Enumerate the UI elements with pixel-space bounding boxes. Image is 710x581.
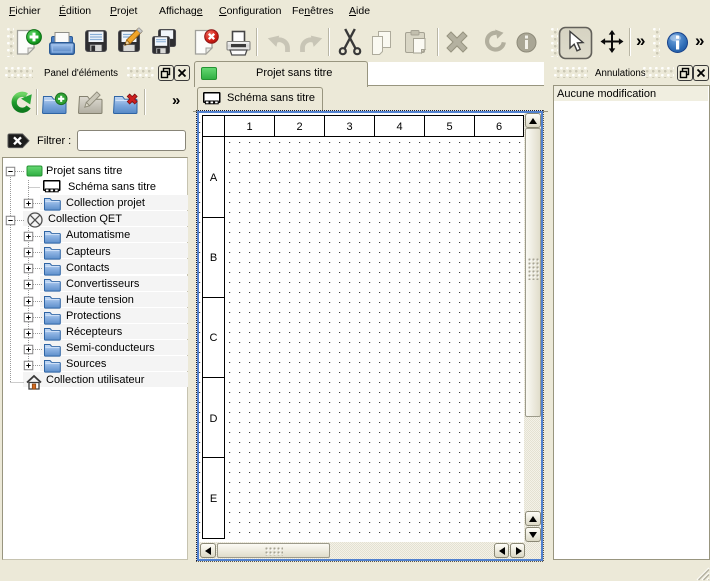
svg-text:6: 6 (496, 121, 502, 133)
svg-text:A: A (210, 172, 218, 184)
svg-text:E: E (210, 493, 217, 505)
svg-text:1: 1 (246, 121, 252, 133)
svg-text:4: 4 (396, 121, 402, 133)
svg-text:5: 5 (446, 121, 452, 133)
svg-text:2: 2 (296, 121, 302, 133)
svg-text:D: D (210, 413, 218, 425)
svg-text:B: B (210, 252, 217, 264)
svg-text:3: 3 (346, 121, 352, 133)
svg-text:C: C (210, 332, 218, 344)
